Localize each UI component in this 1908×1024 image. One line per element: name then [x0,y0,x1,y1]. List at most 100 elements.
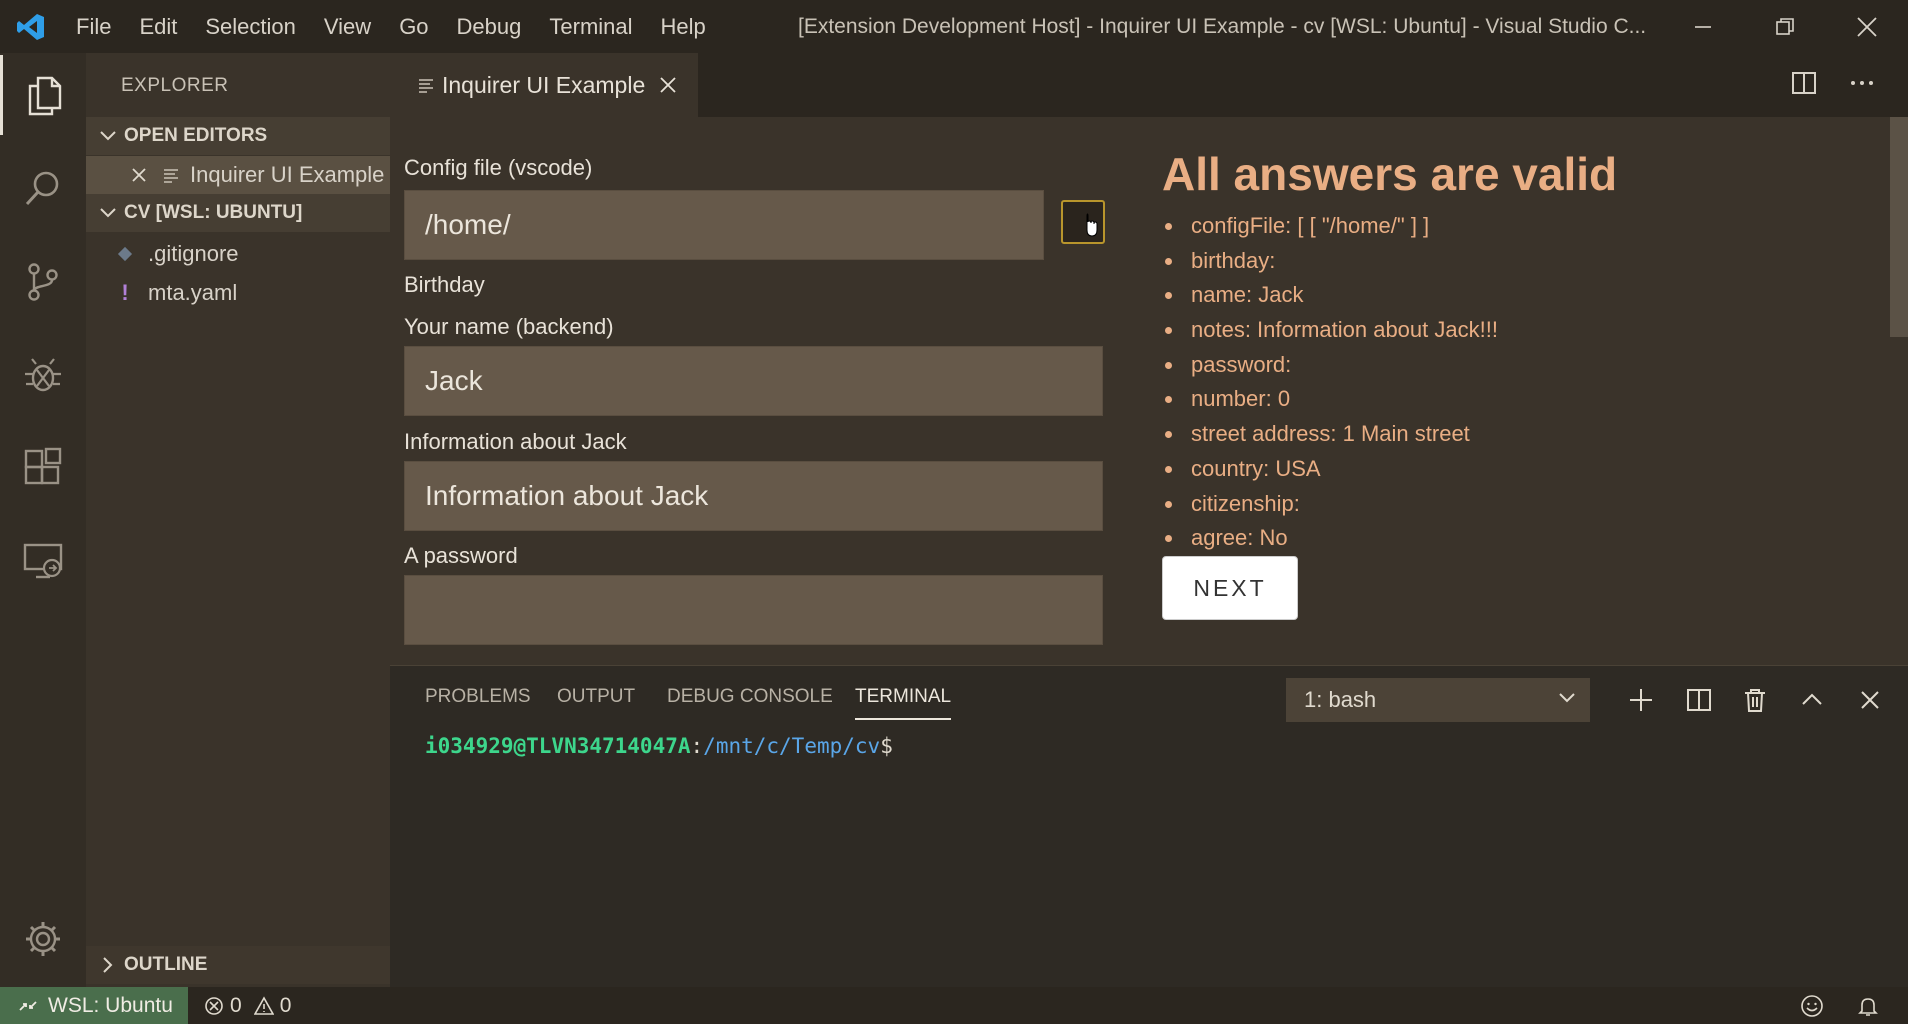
preview-file-icon [418,77,434,93]
prompt-path: /mnt/c/Temp/cv [703,734,881,758]
answer-item: number: 0 [1185,382,1498,417]
answer-item: street address: 1 Main street [1185,417,1498,452]
tab-terminal[interactable]: TERMINAL [855,686,952,720]
answer-item: configFile: [ [ "/home/" ] ] [1185,209,1498,244]
menu-go[interactable]: Go [385,0,442,53]
outline-header[interactable]: OUTLINE [86,946,390,984]
split-editor-icon[interactable] [1790,69,1818,97]
notes-label: Information about Jack [404,429,627,454]
minimize-button[interactable] [1662,0,1744,53]
chevron-down-icon [92,130,124,142]
notes-input[interactable]: Information about Jack [404,461,1103,531]
menu-terminal[interactable]: Terminal [535,0,646,53]
answer-item: name: Jack [1185,278,1498,313]
tab-debug-console[interactable]: DEBUG CONSOLE [667,686,833,708]
status-bar: WSL: Ubuntu 0 0 [0,987,1908,1024]
remote-icon [19,1000,37,1011]
extensions-icon[interactable] [0,428,86,508]
prompt-dollar: $ [880,734,893,758]
file-label: .gitignore [148,241,239,266]
editor-tab-bar: Inquirer UI Example [390,53,1908,117]
preview-file-icon [158,167,184,183]
vscode-logo-icon [0,0,62,53]
trash-icon[interactable] [1733,678,1777,722]
explorer-icon[interactable] [0,55,86,135]
tab-label: Inquirer UI Example [442,71,646,98]
chevron-right-icon [92,956,124,974]
editor-scrollbar[interactable] [1890,117,1908,337]
maximize-panel-icon[interactable] [1790,678,1834,722]
open-editors-header[interactable]: OPEN EDITORS [86,117,390,155]
menu-selection[interactable]: Selection [191,0,310,53]
name-label: Your name (backend) [404,314,614,339]
warning-count: 0 [279,993,292,1017]
activity-bar: 1 [0,53,86,1014]
password-input[interactable] [404,575,1103,645]
close-icon [1857,16,1877,37]
remote-indicator[interactable]: WSL: Ubuntu [0,987,188,1024]
close-editor-icon[interactable] [120,167,158,183]
minimize-icon [1695,25,1711,28]
tab-inquirer-ui-example[interactable]: Inquirer UI Example [390,53,698,117]
birthday-label: Birthday [404,272,485,297]
feedback-smiley-icon[interactable] [1800,994,1824,1018]
answers-title: All answers are valid [1162,148,1618,200]
answer-item: birthday: [1185,244,1498,279]
menu-view[interactable]: View [310,0,385,53]
answer-item: country: USA [1185,452,1498,487]
menu-bar: File Edit Selection View Go Debug Termin… [62,0,720,53]
debug-icon[interactable] [0,335,86,415]
file-label: mta.yaml [148,280,238,305]
prompt-user: i034929@TLVN34714047A [425,734,691,758]
tab-problems[interactable]: PROBLEMS [425,686,531,708]
restore-icon [1776,17,1794,35]
answer-item: notes: Information about Jack!!! [1185,313,1498,348]
webview-editor: Config file (vscode) /home/ Birthday You… [390,117,1908,665]
config-file-input[interactable]: /home/ [404,190,1044,260]
gitignore-file-icon [112,245,138,263]
terminal-select[interactable]: 1: bash [1286,678,1590,722]
workspace-header[interactable]: CV [WSL: UBUNTU] [86,194,390,232]
menu-help[interactable]: Help [647,0,720,53]
config-file-label: Config file (vscode) [404,155,593,180]
search-icon[interactable] [0,148,86,228]
name-input[interactable]: Jack [404,346,1103,416]
remote-explorer-icon[interactable] [0,521,86,601]
answer-item: password: [1185,348,1498,383]
menu-file[interactable]: File [62,0,125,53]
source-control-icon[interactable] [0,242,86,322]
next-button[interactable]: NEXT [1162,556,1298,620]
settings-gear-icon[interactable] [0,899,86,979]
notifications-bell-icon[interactable] [1856,994,1880,1018]
window-title: [Extension Development Host] - Inquirer … [798,15,1647,38]
explorer-sidebar: EXPLORER OPEN EDITORS Inquirer UI Exampl… [86,53,390,987]
warning-icon [253,995,274,1015]
open-editor-item[interactable]: Inquirer UI Example [86,156,390,194]
error-count: 0 [230,993,242,1017]
file-item-gitignore[interactable]: .gitignore [86,235,390,273]
problems-indicator[interactable]: 0 0 [204,994,291,1018]
more-actions-icon[interactable] [1848,69,1876,97]
error-icon [205,996,223,1015]
chevron-down-icon [92,207,124,219]
menu-edit[interactable]: Edit [125,0,191,53]
terminal-prompt[interactable]: i034929@TLVN34714047A:/mnt/c/Temp/cv$ [425,734,893,758]
bottom-panel: PROBLEMS OUTPUT DEBUG CONSOLE TERMINAL 1… [390,665,1908,987]
title-bar: File Edit Selection View Go Debug Termin… [0,0,1908,53]
restore-button[interactable] [1744,0,1826,53]
open-editor-label: Inquirer UI Example [190,162,385,187]
menu-debug[interactable]: Debug [443,0,536,53]
new-terminal-icon[interactable] [1619,678,1663,722]
browse-folder-button[interactable] [1061,200,1105,244]
remote-label: WSL: Ubuntu [48,993,173,1017]
outline-label: OUTLINE [124,954,208,975]
split-terminal-icon[interactable] [1677,678,1721,722]
close-window-button[interactable] [1826,0,1908,53]
close-panel-icon[interactable] [1848,678,1892,722]
chevron-down-icon [1558,691,1576,705]
yaml-file-icon: ! [121,280,129,305]
file-item-mta-yaml[interactable]: ! mta.yaml [86,274,390,312]
close-tab-icon[interactable] [659,76,677,94]
workspace-label: CV [WSL: UBUNTU] [124,202,303,223]
tab-output[interactable]: OUTPUT [557,686,635,708]
